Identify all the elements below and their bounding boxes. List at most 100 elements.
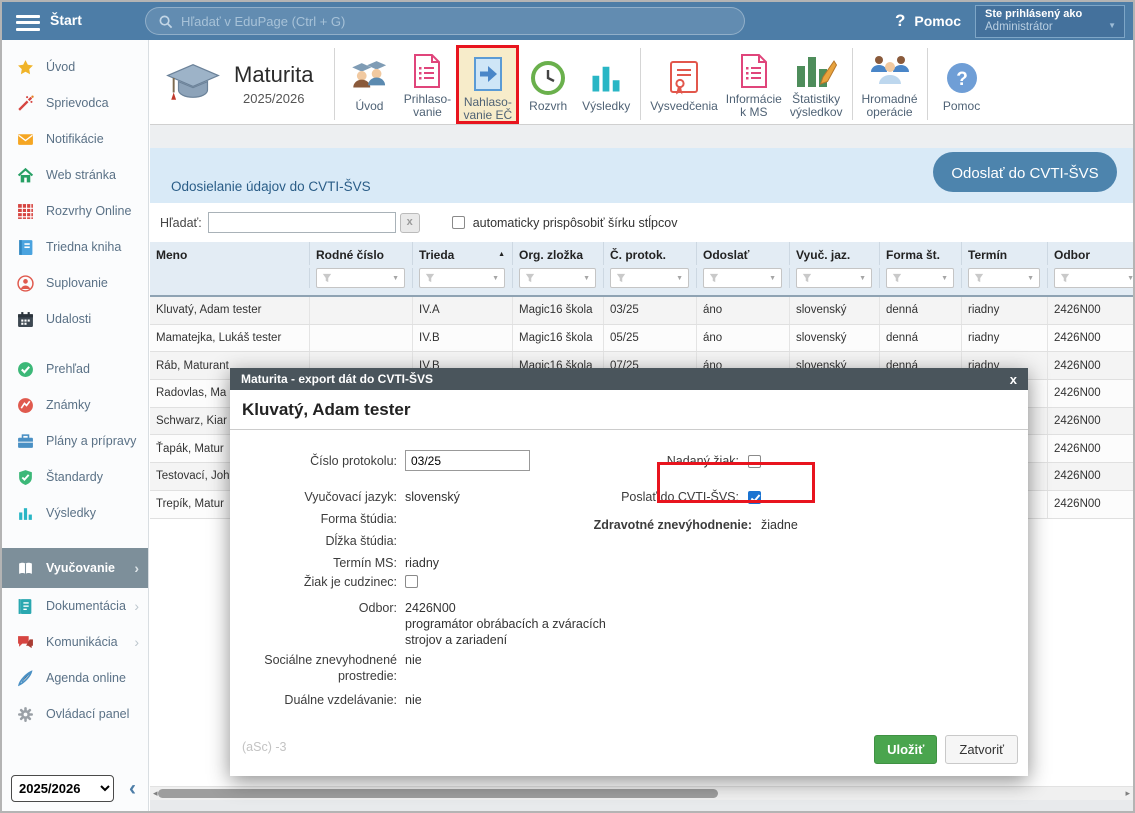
close-button[interactable]: Zatvoriť <box>945 735 1018 764</box>
column-header-odbor[interactable]: Odbor <box>1048 242 1133 265</box>
column-header-vyuc-jaz[interactable]: Vyuč. jaz. <box>790 242 880 265</box>
chevron-down-icon: ▼ <box>769 275 776 282</box>
sidebar-item-web-stranka[interactable]: Web stránka <box>2 157 148 193</box>
column-header-label: Odbor <box>1054 248 1090 262</box>
search-input[interactable] <box>181 14 732 29</box>
sidebar-item-rozvrhy-online[interactable]: Rozvrhy Online <box>2 193 148 229</box>
filter-dropdown-vyuc-jaz[interactable]: ▼ <box>796 268 872 288</box>
modal-field-label: Poslať do CVTI-ŠVS: <box>583 490 748 504</box>
sidebar-item-notifikacie[interactable]: Notifikácie <box>2 121 148 157</box>
toolbar-divider <box>927 48 928 120</box>
filter-dropdown-odbor[interactable]: ▼ <box>1054 268 1133 288</box>
table-search-input[interactable] <box>208 212 396 233</box>
module-text: Maturita 2025/2026 <box>234 62 313 106</box>
filter-dropdown-rodne-cislo[interactable]: ▼ <box>316 268 405 288</box>
modal-field-row: Poslať do CVTI-ŠVS: <box>583 490 1003 504</box>
hamburger-menu-icon[interactable] <box>16 11 40 34</box>
sidebar-item-komunikacia[interactable]: Komunikácia› <box>2 624 148 660</box>
check-circle-icon <box>17 361 34 378</box>
toolbar-item-nahlasovanie-ec[interactable]: Nahlaso- vanie EČ <box>456 45 519 124</box>
table-row[interactable]: Mamatejka, Lukáš testerIV.BMagic16 škola… <box>150 325 1133 353</box>
toolbar-item-vysvedcenia[interactable]: Vysvedčenia <box>646 53 722 116</box>
filter-dropdown-forma-st[interactable]: ▼ <box>886 268 954 288</box>
toolbar-item-statistiky-vysledkov[interactable]: Štatistiky výsledkov <box>786 46 847 122</box>
sidebar-item-prehlad[interactable]: Prehľad <box>2 351 148 387</box>
filter-dropdown-trieda[interactable]: ▼ <box>419 268 505 288</box>
horizontal-scrollbar[interactable]: ◂ ▸ <box>150 786 1133 800</box>
collapse-sidebar-icon[interactable]: ‹ <box>129 779 136 799</box>
toolbar-item-pomoc[interactable]: ?Pomoc <box>933 53 991 116</box>
save-button[interactable]: Uložiť <box>874 735 937 764</box>
sidebar-item-udalosti[interactable]: Udalosti <box>2 301 148 337</box>
sidebar-item-vyucovanie[interactable]: Vyučovanie› <box>2 548 148 588</box>
toolbar-item-label: Štatistiky výsledkov <box>790 93 843 119</box>
column-header-forma-st[interactable]: Forma št. <box>880 242 962 265</box>
filter-cell: ▼ <box>880 268 962 288</box>
sidebar: ÚvodSprievodcaNotifikácieWeb stránkaRozv… <box>2 40 149 811</box>
filter-dropdown-c-protok[interactable]: ▼ <box>610 268 689 288</box>
table-cell: 2426N00 <box>1048 491 1133 518</box>
table-cell: áno <box>697 297 790 324</box>
send-to-cvti-checkbox[interactable] <box>748 491 761 504</box>
table-row[interactable]: Kluvatý, Adam testerIV.AMagic16 škola03/… <box>150 297 1133 325</box>
send-to-cvti-button[interactable]: Odoslať do CVTI-ŠVS <box>933 152 1117 192</box>
protocol-number-input[interactable] <box>405 450 530 471</box>
toolbar-item-uvod[interactable]: Úvod <box>340 53 398 116</box>
toolbar-item-vysledky[interactable]: Výsledky <box>577 53 635 116</box>
toolbar-item-rozvrh[interactable]: Rozvrh <box>519 53 577 116</box>
table-cell: 2426N00 <box>1048 408 1133 435</box>
people-group-icon <box>862 49 918 89</box>
clear-search-icon[interactable]: x <box>400 213 420 233</box>
close-icon[interactable]: x <box>1010 373 1017 386</box>
modal-footer: (aSc) -3 Uložiť Zatvoriť <box>230 728 1028 776</box>
column-header-meno[interactable]: Meno <box>150 242 310 265</box>
sidebar-item-triedna-kniha[interactable]: Triedna kniha <box>2 229 148 265</box>
column-header-trieda[interactable]: Trieda▲ <box>413 242 513 265</box>
autofit-option[interactable]: automaticky prispôsobiť šírku stĺpcov <box>452 216 678 230</box>
scroll-left-icon[interactable]: ◂ <box>153 788 158 799</box>
help-button[interactable]: ? Pomoc <box>895 11 961 31</box>
sidebar-item-label: Vyučovanie <box>46 561 115 575</box>
filter-dropdown-odoslat[interactable]: ▼ <box>703 268 782 288</box>
scroll-right-icon[interactable]: ▸ <box>1125 788 1130 799</box>
modal-titlebar[interactable]: Maturita - export dát do CVTI-ŠVS x <box>230 368 1028 390</box>
school-year-select[interactable]: 2025/2026 <box>11 775 114 802</box>
sidebar-item-standardy[interactable]: Štandardy <box>2 459 148 495</box>
sidebar-item-label: Agenda online <box>46 671 126 685</box>
bar-chart-icon <box>581 56 631 96</box>
sidebar-item-suplovanie[interactable]: Suplovanie <box>2 265 148 301</box>
column-header-odoslat[interactable]: Odoslať <box>697 242 790 265</box>
sidebar-item-dokumentacia[interactable]: Dokumentácia› <box>2 588 148 624</box>
sidebar-item-vysledky[interactable]: Výsledky <box>2 495 148 531</box>
toolbar-item-hromadne-operacie[interactable]: Hromadné operácie <box>858 46 922 122</box>
column-header-c-protok[interactable]: Č. protok. <box>604 242 697 265</box>
scrollbar-thumb[interactable] <box>158 789 718 798</box>
modal-field-row: Dĺžka štúdia: <box>230 533 660 549</box>
toolbar-item-prihlasovanie[interactable]: Prihlaso- vanie <box>398 46 456 122</box>
column-header-termin[interactable]: Termín <box>962 242 1048 265</box>
user-menu[interactable]: Ste prihlásený ako Administrátor ▼ <box>975 5 1125 38</box>
autofit-checkbox[interactable] <box>452 216 465 229</box>
certificate-icon <box>650 56 718 96</box>
toolbar-item-informacie-k-ms[interactable]: Informácie k MS <box>722 46 786 122</box>
filter-dropdown-termin[interactable]: ▼ <box>968 268 1040 288</box>
grid-icon <box>17 203 34 220</box>
global-search[interactable] <box>145 7 745 35</box>
column-header-label: Č. protok. <box>610 248 666 262</box>
sidebar-item-ovladaci-panel[interactable]: Ovládací panel <box>2 696 148 732</box>
sidebar-item-sprievodca[interactable]: Sprievodca <box>2 85 148 121</box>
sidebar-item-label: Suplovanie <box>46 276 108 290</box>
gifted-student-checkbox[interactable] <box>748 455 761 468</box>
sidebar-item-plany-a-pripravy[interactable]: Plány a prípravy <box>2 423 148 459</box>
funnel-icon <box>425 273 435 283</box>
sidebar-item-uvod[interactable]: Úvod <box>2 49 148 85</box>
start-button[interactable]: Štart <box>50 12 82 28</box>
sidebar-item-znamky[interactable]: Známky <box>2 387 148 423</box>
column-header-org-zlozka[interactable]: Org. zložka <box>513 242 604 265</box>
column-header-label: Trieda <box>419 248 454 262</box>
sidebar-item-label: Známky <box>46 398 90 412</box>
foreign-student-checkbox[interactable] <box>405 575 418 588</box>
sidebar-item-agenda-online[interactable]: Agenda online <box>2 660 148 696</box>
column-header-rodne-cislo[interactable]: Rodné číslo <box>310 242 413 265</box>
filter-dropdown-org-zlozka[interactable]: ▼ <box>519 268 596 288</box>
